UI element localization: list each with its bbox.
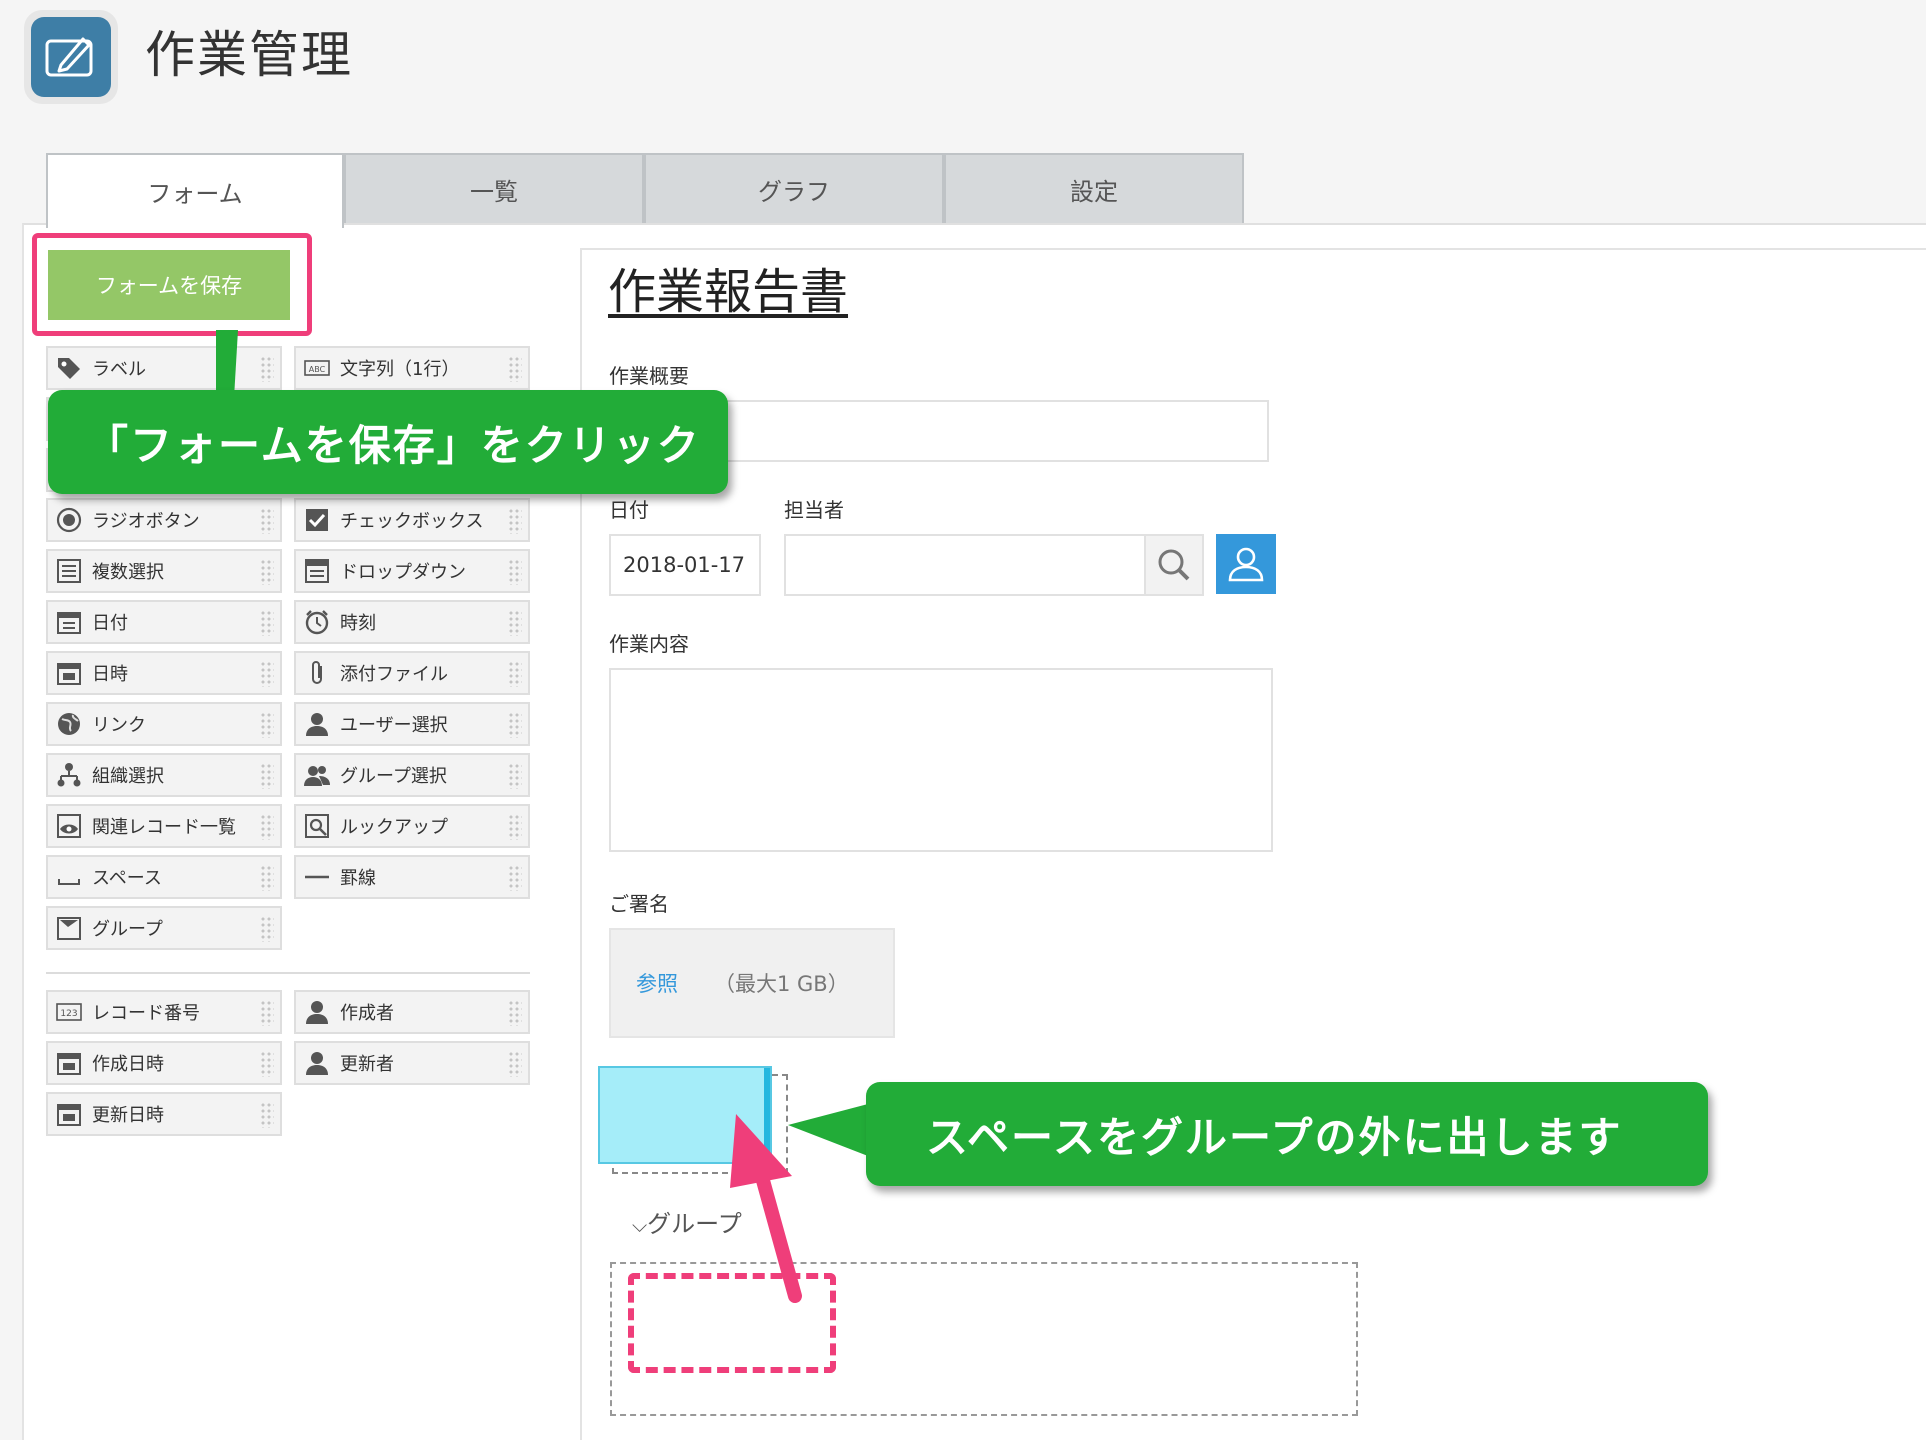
save-instruction-callout: 「フォームを保存」をクリック: [48, 390, 728, 494]
space-instruction-callout: スペースをグループの外に出します: [866, 1082, 1708, 1186]
space-callout-pointer: [788, 1104, 868, 1156]
tab-form[interactable]: フォーム: [46, 153, 344, 228]
save-callout-pointer: [216, 330, 238, 398]
